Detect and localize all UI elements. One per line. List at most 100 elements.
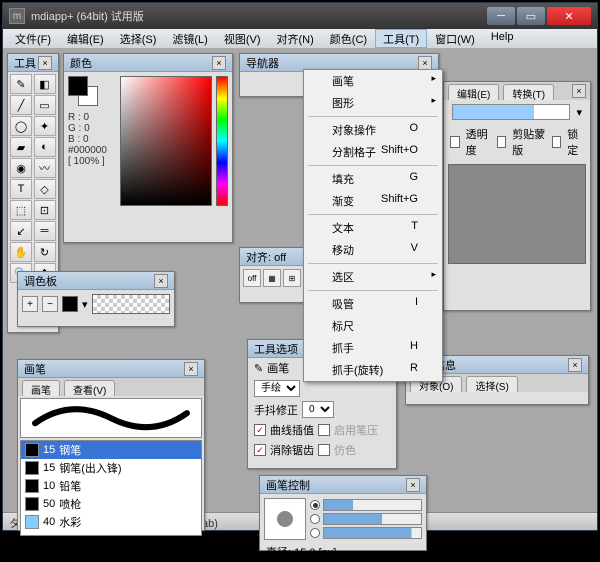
brush-item[interactable]: 50喷枪 (21, 495, 201, 513)
param3-radio[interactable] (310, 528, 320, 538)
brush-item[interactable]: 15钢笔 (21, 441, 201, 459)
hue-slider[interactable] (216, 76, 228, 206)
window-title: mdiapp+ (64bit) 试用版 (31, 8, 144, 24)
dd-fill[interactable]: 填充G (304, 168, 442, 190)
antialias-checkbox[interactable]: ✓ (254, 444, 266, 456)
palette-swatch[interactable] (62, 296, 78, 312)
dither-checkbox[interactable] (318, 444, 330, 456)
opacity-radio[interactable] (310, 514, 320, 524)
lasso-tool[interactable]: ◯ (10, 116, 32, 136)
gradient-tool[interactable]: ◐ (34, 137, 56, 157)
pen-pressure-checkbox[interactable] (318, 424, 330, 436)
brush-panel: 画笔× 画笔 查看(V) 15钢笔 15钢笔(出入锋) 10铅笔 50喷枪 40… (17, 359, 205, 531)
close-button[interactable]: ✕ (547, 7, 591, 25)
rect-tool[interactable]: ▭ (34, 95, 56, 115)
hand-tool[interactable]: ✋ (10, 242, 32, 262)
line-tool[interactable]: ╱ (10, 95, 32, 115)
draw-mode-select[interactable]: 手绘 (254, 380, 300, 397)
text-tool[interactable]: T (10, 179, 32, 199)
dd-ruler[interactable]: 标尺 (304, 315, 442, 337)
dd-hand-rotate[interactable]: 抓手(旋转)R (304, 359, 442, 381)
dd-move[interactable]: 移动V (304, 239, 442, 261)
dd-object-op[interactable]: 对象操作O (304, 119, 442, 141)
dd-brush[interactable]: 画笔 (304, 70, 442, 92)
shape-tool[interactable]: ◇ (34, 179, 56, 199)
rotate-tool[interactable]: ↻ (34, 242, 56, 262)
brush-item[interactable]: 15钢笔(出入锋) (21, 459, 201, 477)
tab-brush[interactable]: 画笔 (22, 380, 60, 396)
menu-help[interactable]: Help (483, 29, 522, 48)
blur-tool[interactable]: ◉ (10, 158, 32, 178)
ruler-tool[interactable]: ═ (34, 221, 56, 241)
panel-close-button[interactable]: × (184, 362, 198, 376)
menu-view[interactable]: 视图(V) (216, 29, 269, 48)
panel-close-button[interactable]: × (212, 56, 226, 70)
menu-filter[interactable]: 滤镜(L) (164, 29, 215, 48)
brush-list[interactable]: 15钢笔 15钢笔(出入锋) 10铅笔 50喷枪 40水彩 (20, 440, 202, 536)
crop-tool[interactable]: ⊡ (34, 200, 56, 220)
clipmask-checkbox[interactable] (497, 136, 507, 148)
dd-shapes[interactable]: 图形 (304, 92, 442, 114)
align-off-button[interactable]: off (243, 269, 261, 287)
color-field[interactable] (120, 76, 212, 206)
opacity-slider[interactable] (323, 513, 422, 525)
dd-hand[interactable]: 抓手H (304, 337, 442, 359)
smudge-tool[interactable]: 〰 (34, 158, 56, 178)
dd-gradient[interactable]: 渐变Shift+G (304, 190, 442, 212)
color-swatches[interactable] (68, 76, 98, 106)
size-slider[interactable] (323, 499, 422, 511)
eyedropper-tool[interactable]: ↙ (10, 221, 32, 241)
minimize-button[interactable]: ─ (487, 7, 515, 25)
menubar: 文件(F) 编辑(E) 选择(S) 滤镜(L) 视图(V) 对齐(N) 颜色(C… (3, 29, 597, 49)
app-icon: m (9, 8, 25, 24)
dd-eyedropper[interactable]: 吸管I (304, 293, 442, 315)
menu-align[interactable]: 对齐(N) (269, 29, 322, 48)
opacity-checkbox[interactable] (450, 136, 460, 148)
panel-title: 调色板 (24, 273, 57, 289)
foreground-swatch[interactable] (68, 76, 88, 96)
menu-edit[interactable]: 编辑(E) (59, 29, 112, 48)
panel-close-button[interactable]: × (418, 56, 432, 70)
size-radio[interactable] (310, 500, 320, 510)
wand-tool[interactable]: ✦ (34, 116, 56, 136)
dd-text[interactable]: 文本T (304, 217, 442, 239)
align-grid-button[interactable]: ▦ (263, 269, 281, 287)
panel-close-button[interactable]: × (38, 56, 52, 70)
brush-item[interactable]: 40水彩 (21, 513, 201, 531)
pen-tool[interactable]: ✎ (10, 74, 32, 94)
menu-tools[interactable]: 工具(T) (375, 29, 427, 48)
eraser-tool[interactable]: ◧ (34, 74, 56, 94)
tab-selection[interactable]: 选择(S) (466, 376, 517, 392)
panel-close-button[interactable]: × (406, 478, 420, 492)
palette-panel: 调色板× + − ▾ (17, 271, 175, 327)
tab-transform[interactable]: 转换(T) (503, 84, 554, 100)
jitter-select[interactable]: 0 (302, 401, 334, 418)
remove-swatch-button[interactable]: − (42, 296, 58, 312)
curve-interp-checkbox[interactable]: ✓ (254, 424, 266, 436)
menu-file[interactable]: 文件(F) (7, 29, 59, 48)
panel-close-button[interactable]: × (572, 84, 586, 98)
dd-split-panel[interactable]: 分割格子Shift+O (304, 141, 442, 163)
brush-item[interactable]: 10铅笔 (21, 477, 201, 495)
align-perspective-button[interactable]: ⊞ (283, 269, 301, 287)
panel-close-button[interactable]: × (154, 274, 168, 288)
lock-checkbox[interactable] (552, 136, 562, 148)
dd-selection[interactable]: 选区 (304, 266, 442, 288)
brush-control-panel: 画笔控制× 直径: 15.0 [px] (259, 475, 427, 551)
tab-edit[interactable]: 编辑(E) (448, 84, 499, 100)
titlebar[interactable]: m mdiapp+ (64bit) 试用版 ─ ▭ ✕ (3, 3, 597, 29)
blend-mode-select[interactable] (452, 104, 570, 120)
panel-title: 颜色 (70, 55, 92, 71)
add-swatch-button[interactable]: + (22, 296, 38, 312)
palette-strip[interactable] (92, 294, 170, 314)
fill-tool[interactable]: ▰ (10, 137, 32, 157)
menu-select[interactable]: 选择(S) (112, 29, 165, 48)
menu-window[interactable]: 窗口(W) (427, 29, 483, 48)
marquee-tool[interactable]: ⬚ (10, 200, 32, 220)
tab-view[interactable]: 查看(V) (64, 380, 115, 396)
panel-close-button[interactable]: × (568, 358, 582, 372)
b-value: B : 0 (68, 134, 116, 145)
maximize-button[interactable]: ▭ (517, 7, 545, 25)
param3-slider[interactable] (323, 527, 422, 539)
menu-color[interactable]: 颜色(C) (322, 29, 375, 48)
